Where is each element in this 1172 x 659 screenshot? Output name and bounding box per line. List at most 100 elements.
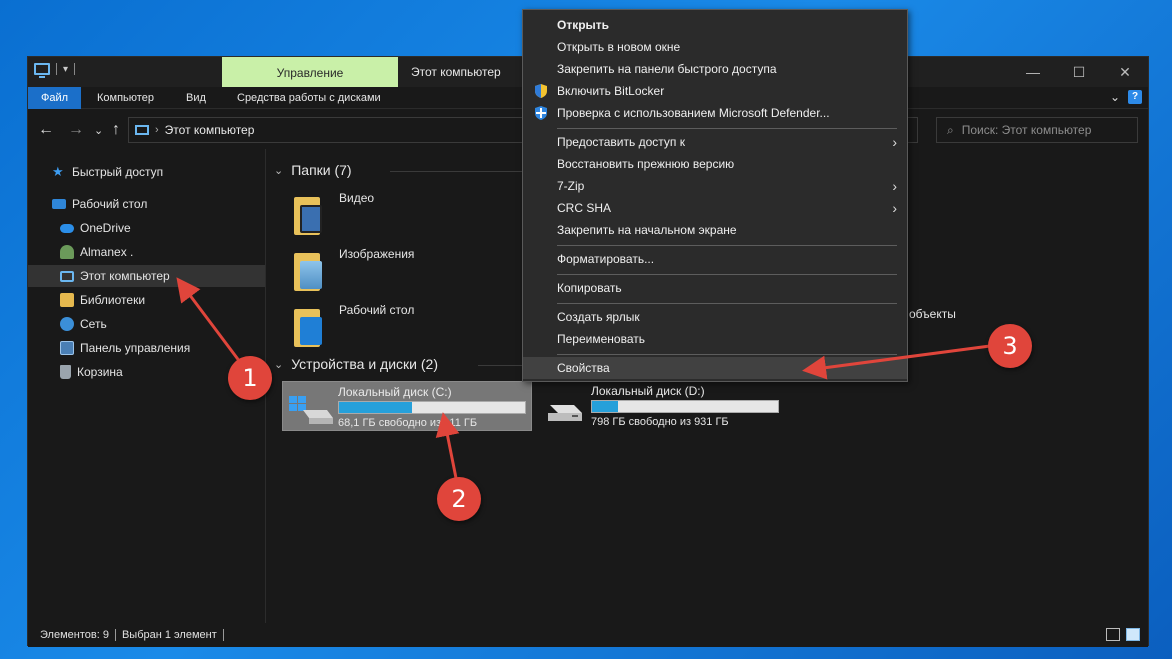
computer-icon <box>135 125 149 135</box>
chevron-right-icon: › <box>892 134 897 150</box>
recycle-bin-icon <box>60 365 71 379</box>
sidebar-item-label: OneDrive <box>80 221 131 235</box>
menu-item-properties[interactable]: Свойства <box>523 357 907 379</box>
details-view-icon[interactable] <box>1106 628 1120 641</box>
folder-video[interactable]: Видео <box>294 189 514 237</box>
menu-separator <box>557 274 897 275</box>
forward-arrow-icon[interactable]: → <box>68 121 84 139</box>
menu-item-label: Включить BitLocker <box>557 84 665 98</box>
uac-shield-icon <box>535 84 547 98</box>
sidebar-item-quick-access[interactable]: ★ Быстрый доступ <box>28 161 265 183</box>
close-button[interactable]: ✕ <box>1102 57 1148 87</box>
folder-3d-objects-label[interactable]: объекты <box>909 307 956 321</box>
chevron-right-icon[interactable]: › <box>155 124 159 136</box>
menu-item-label: CRC SHA <box>557 201 612 215</box>
up-arrow-icon[interactable]: ↑ <box>112 121 120 139</box>
menu-item-label: Предоставить доступ к <box>557 135 685 149</box>
search-input[interactable]: ⌕ Поиск: Этот компьютер <box>936 117 1138 143</box>
menu-separator <box>557 303 897 304</box>
divider <box>56 63 57 75</box>
menu-item-give-access[interactable]: Предоставить доступ к › <box>523 131 907 153</box>
sidebar-item-label: Этот компьютер <box>80 269 170 283</box>
status-bar: Элементов: 9 Выбран 1 элемент <box>28 623 1148 647</box>
hard-drive-icon <box>548 405 582 421</box>
tab-file[interactable]: Файл <box>28 87 82 109</box>
drive-c[interactable]: Локальный диск (C:) 68,1 ГБ свободно из … <box>282 381 532 431</box>
drive-d[interactable]: Локальный диск (D:) 798 ГБ свободно из 9… <box>536 381 786 431</box>
devices-group-header[interactable]: ⌄ Устройства и диски (2) <box>274 356 438 372</box>
folder-desktop[interactable]: Рабочий стол <box>294 301 514 349</box>
annotation-badge-3: 3 <box>988 324 1032 368</box>
chevron-down-icon: ⌄ <box>274 358 284 371</box>
menu-item-create-shortcut[interactable]: Создать ярлык <box>523 306 907 328</box>
sidebar-item-this-pc[interactable]: Этот компьютер <box>28 265 265 287</box>
desktop-icon <box>52 199 66 209</box>
contextual-tab-manage[interactable]: Управление <box>222 57 398 87</box>
sidebar-item-label: Рабочий стол <box>72 197 148 211</box>
drive-free-space: 68,1 ГБ свободно из 111 ГБ <box>338 417 478 429</box>
cloud-icon <box>60 223 74 233</box>
menu-item-pin-quick-access[interactable]: Закрепить на панели быстрого доступа <box>523 58 907 80</box>
sidebar-item-user[interactable]: Almanex . <box>28 241 265 263</box>
menu-item-7zip[interactable]: 7-Zip › <box>523 175 907 197</box>
back-arrow-icon[interactable]: ← <box>38 121 54 139</box>
drive-name: Локальный диск (C:) <box>338 385 452 399</box>
menu-item-open[interactable]: Открыть <box>523 14 907 36</box>
tab-view[interactable]: Вид <box>174 87 218 109</box>
folders-group-header[interactable]: ⌄ Папки (7) <box>274 162 352 178</box>
menu-item-label: 7-Zip <box>557 179 585 193</box>
menu-item-copy[interactable]: Копировать <box>523 277 907 299</box>
network-icon <box>60 317 74 331</box>
menu-item-restore-version[interactable]: Восстановить прежнюю версию <box>523 153 907 175</box>
menu-separator <box>557 128 897 129</box>
sidebar-item-onedrive[interactable]: OneDrive <box>28 217 265 239</box>
window-title: Этот компьютер <box>411 65 501 79</box>
divider <box>222 629 224 641</box>
folder-name: Рабочий стол <box>339 303 415 317</box>
computer-icon <box>60 270 74 282</box>
chevron-right-icon: › <box>892 178 897 194</box>
customize-toolbar-icon[interactable]: ▾ <box>63 64 68 75</box>
video-folder-icon <box>294 191 322 235</box>
menu-item-crc-sha[interactable]: CRC SHA › <box>523 197 907 219</box>
minimize-button[interactable]: — <box>1010 57 1056 87</box>
recent-locations-icon[interactable]: ⌄ <box>94 124 103 137</box>
menu-item-rename[interactable]: Переименовать <box>523 328 907 350</box>
menu-item-defender-scan[interactable]: Проверка с использованием Microsoft Defe… <box>523 102 907 124</box>
chevron-right-icon: › <box>892 200 897 216</box>
menu-item-open-new-window[interactable]: Открыть в новом окне <box>523 36 907 58</box>
search-icon: ⌕ <box>947 122 954 137</box>
tab-computer[interactable]: Компьютер <box>85 87 166 109</box>
menu-item-pin-start[interactable]: Закрепить на начальном экране <box>523 219 907 241</box>
sidebar-item-desktop[interactable]: Рабочий стол <box>28 193 265 215</box>
item-count: Элементов: 9 <box>40 629 109 641</box>
menu-item-format[interactable]: Форматировать... <box>523 248 907 270</box>
maximize-button[interactable]: ☐ <box>1056 57 1102 87</box>
desktop-folder-icon <box>294 303 322 347</box>
menu-item-bitlocker[interactable]: Включить BitLocker <box>523 80 907 102</box>
devices-group-title: Устройства и диски (2) <box>291 356 438 372</box>
sidebar-item-libraries[interactable]: Библиотеки <box>28 289 265 311</box>
large-icons-view-icon[interactable] <box>1126 628 1140 641</box>
star-icon: ★ <box>52 164 64 179</box>
sidebar-item-control-panel[interactable]: Панель управления <box>28 337 265 359</box>
selection-count: Выбран 1 элемент <box>121 629 217 641</box>
control-panel-icon <box>60 341 74 355</box>
view-switcher <box>1106 628 1140 641</box>
sidebar-item-label: Панель управления <box>80 341 191 355</box>
help-icon[interactable]: ? <box>1128 90 1142 104</box>
computer-icon <box>34 63 50 78</box>
drive-usage-fill <box>339 402 412 413</box>
address-path: Этот компьютер <box>164 123 255 137</box>
context-menu: Открыть Открыть в новом окне Закрепить н… <box>522 9 908 382</box>
folder-pictures[interactable]: Изображения <box>294 245 514 293</box>
tab-drive-tools[interactable]: Средства работы с дисками <box>225 87 393 109</box>
menu-separator <box>557 354 897 355</box>
annotation-badge-1: 1 <box>228 356 272 400</box>
drive-name: Локальный диск (D:) <box>591 384 705 398</box>
ribbon-right-controls: ⌄ ? <box>1110 90 1142 104</box>
expand-ribbon-icon[interactable]: ⌄ <box>1110 90 1120 104</box>
sidebar-item-network[interactable]: Сеть <box>28 313 265 335</box>
drive-usage-bar <box>591 400 779 413</box>
divider <box>114 629 116 641</box>
